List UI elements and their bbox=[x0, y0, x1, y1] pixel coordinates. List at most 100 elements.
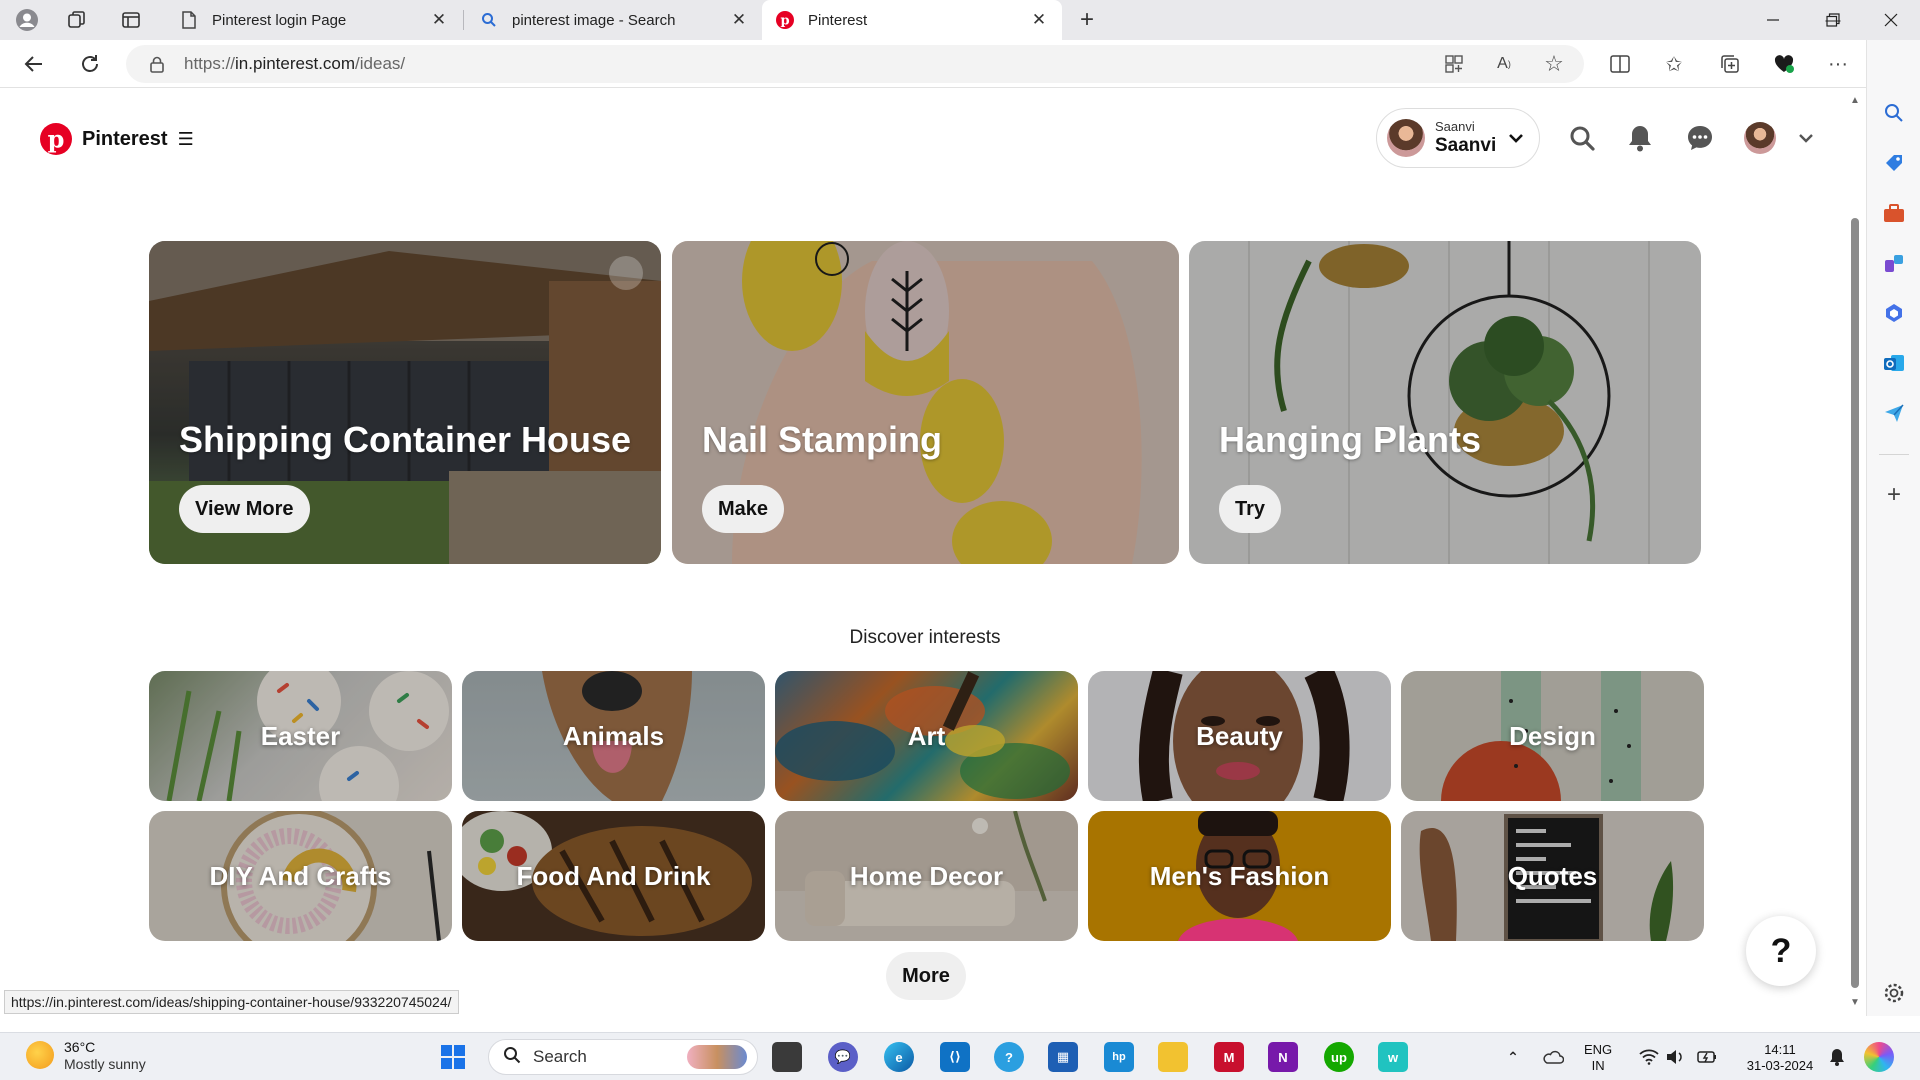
interest-tile-animals[interactable]: Animals bbox=[462, 671, 765, 801]
onenote-icon[interactable]: N bbox=[1268, 1042, 1298, 1072]
lock-icon[interactable] bbox=[148, 55, 166, 73]
app-available-icon[interactable] bbox=[1440, 50, 1468, 78]
sidebar-settings-icon[interactable] bbox=[1881, 980, 1907, 1006]
collections-icon[interactable] bbox=[1716, 50, 1744, 78]
account-options-chevron-icon[interactable] bbox=[1790, 122, 1822, 154]
close-tab-icon[interactable]: ✕ bbox=[1030, 10, 1048, 29]
interest-tile-diy-and-crafts[interactable]: DIY And Crafts bbox=[149, 811, 452, 941]
profile-avatar[interactable] bbox=[1744, 122, 1776, 154]
browser-essentials-icon[interactable] bbox=[1770, 50, 1798, 78]
back-icon[interactable] bbox=[20, 50, 48, 78]
tab-pinterest-login[interactable]: Pinterest login Page ✕ bbox=[166, 0, 462, 40]
microsoft-store-icon[interactable]: ▦ bbox=[1048, 1042, 1078, 1072]
visual-search-icon[interactable] bbox=[609, 256, 643, 290]
refresh-icon[interactable] bbox=[76, 50, 104, 78]
microsoft-365-icon[interactable] bbox=[1881, 300, 1907, 326]
clock[interactable]: 14:11 31-03-2024 bbox=[1740, 1042, 1820, 1075]
more-options-icon[interactable]: ··· bbox=[1824, 50, 1852, 78]
outlook-icon[interactable] bbox=[1881, 350, 1907, 376]
profile-icon[interactable] bbox=[14, 7, 40, 33]
notifications-bell-icon[interactable] bbox=[1624, 122, 1656, 154]
shopping-tag-icon[interactable] bbox=[1881, 150, 1907, 176]
volume-icon[interactable] bbox=[1660, 1042, 1690, 1072]
close-tab-icon[interactable]: ✕ bbox=[730, 10, 748, 29]
taskbar-search-box[interactable]: Search bbox=[488, 1039, 758, 1075]
edge-browser-icon[interactable]: e bbox=[884, 1042, 914, 1072]
interest-tile-quotes[interactable]: Quotes bbox=[1401, 811, 1704, 941]
hamburger-menu-icon[interactable]: ☰ bbox=[178, 129, 194, 150]
account-switcher[interactable]: Saanvi Saanvi bbox=[1376, 108, 1540, 168]
onedrive-cloud-icon[interactable] bbox=[1538, 1042, 1568, 1072]
clock-date: 31-03-2024 bbox=[1746, 1058, 1814, 1074]
notification-bell-icon[interactable] bbox=[1822, 1042, 1852, 1072]
file-explorer-icon[interactable] bbox=[1158, 1042, 1188, 1072]
weather-sun-icon bbox=[26, 1041, 54, 1070]
more-button[interactable]: More bbox=[886, 952, 966, 1000]
messages-icon[interactable] bbox=[1684, 122, 1716, 154]
interest-tile-food-and-drink[interactable]: Food And Drink bbox=[462, 811, 765, 941]
interest-tile-mens-fashion[interactable]: Men's Fashion bbox=[1088, 811, 1391, 941]
scroll-down-icon[interactable]: ▼ bbox=[1850, 998, 1860, 1008]
close-tab-icon[interactable]: ✕ bbox=[430, 10, 448, 29]
svg-text:p: p bbox=[780, 14, 789, 29]
language-indicator[interactable]: ENG IN bbox=[1584, 1042, 1612, 1075]
page-icon bbox=[180, 11, 198, 29]
taskbar-search-icon bbox=[503, 1046, 521, 1069]
mcafee-icon[interactable]: M bbox=[1214, 1042, 1244, 1072]
task-view-icon[interactable] bbox=[772, 1042, 802, 1072]
favorites-icon[interactable]: ✩ bbox=[1660, 50, 1688, 78]
show-hidden-icons-icon[interactable]: ⌃ bbox=[1498, 1042, 1528, 1072]
get-help-icon[interactable]: ? bbox=[994, 1042, 1024, 1072]
workspaces-icon[interactable] bbox=[64, 7, 90, 33]
clock-time: 14:11 bbox=[1764, 1042, 1796, 1057]
account-label: Saanvi bbox=[1435, 118, 1475, 134]
restore-window-icon[interactable] bbox=[1810, 0, 1856, 40]
page-scrollbar[interactable]: ▲ ▼ bbox=[1846, 90, 1864, 1016]
interest-tile-easter[interactable]: Easter bbox=[149, 671, 452, 801]
view-more-button[interactable]: View More bbox=[179, 485, 310, 533]
try-button[interactable]: Try bbox=[1219, 485, 1282, 533]
copilot-taskbar-icon[interactable] bbox=[1864, 1042, 1894, 1072]
scroll-thumb[interactable] bbox=[1851, 218, 1859, 988]
close-window-icon[interactable] bbox=[1868, 0, 1914, 40]
search-icon[interactable] bbox=[1566, 122, 1598, 154]
minimize-window-icon[interactable] bbox=[1750, 0, 1796, 40]
tab-actions-icon[interactable] bbox=[118, 7, 144, 33]
add-sidebar-app-icon[interactable]: + bbox=[1881, 481, 1907, 508]
wondershare-icon[interactable]: w bbox=[1378, 1042, 1408, 1072]
pinterest-logo[interactable]: p Pinterest ☰ bbox=[40, 123, 194, 155]
interest-label: Animals bbox=[562, 720, 665, 751]
myhp-icon[interactable]: hp bbox=[1104, 1042, 1134, 1072]
help-button[interactable]: ? bbox=[1746, 916, 1816, 986]
weather-widget[interactable]: 36°C Mostly sunny bbox=[26, 1039, 146, 1072]
address-bar[interactable]: https://in.pinterest.com/ideas/ bbox=[126, 45, 1584, 83]
interest-tile-art[interactable]: Art bbox=[775, 671, 1078, 801]
interest-tile-beauty[interactable]: Beauty bbox=[1088, 671, 1391, 801]
make-button[interactable]: Make bbox=[702, 485, 785, 533]
tab-pinterest-image-search[interactable]: pinterest image - Search ✕ bbox=[466, 0, 762, 40]
battery-charging-icon[interactable] bbox=[1692, 1042, 1722, 1072]
new-tab-icon[interactable]: + bbox=[1074, 6, 1100, 33]
windows-start-icon[interactable] bbox=[438, 1042, 468, 1072]
hero-title: Nail Stamping bbox=[702, 419, 943, 460]
interest-tile-design[interactable]: Design bbox=[1401, 671, 1704, 801]
scroll-up-icon[interactable]: ▲ bbox=[1850, 96, 1860, 106]
sidebar-search-icon[interactable] bbox=[1881, 100, 1907, 126]
url-scheme: https:// bbox=[184, 54, 236, 73]
interest-tile-home-decor[interactable]: Home Decor bbox=[775, 811, 1078, 941]
split-screen-icon[interactable] bbox=[1606, 50, 1634, 78]
hero-card-hanging-plants[interactable]: Hanging Plants Try bbox=[1189, 241, 1701, 564]
games-icon[interactable] bbox=[1881, 250, 1907, 276]
hero-card-nail-stamping[interactable]: Nail Stamping Make bbox=[672, 241, 1179, 564]
avatar bbox=[1744, 122, 1776, 154]
tab-pinterest[interactable]: p Pinterest ✕ bbox=[762, 0, 1062, 40]
tools-icon[interactable] bbox=[1881, 200, 1907, 226]
teams-chat-icon[interactable]: 💬 bbox=[828, 1042, 858, 1072]
vscode-icon[interactable]: ⟨⟩ bbox=[940, 1042, 970, 1072]
taskbar-search-label: Search bbox=[533, 1047, 587, 1066]
favorite-star-icon[interactable]: ☆ bbox=[1540, 50, 1568, 78]
hero-card-shipping-container[interactable]: Shipping Container House View More bbox=[149, 241, 661, 564]
drop-send-icon[interactable] bbox=[1881, 400, 1907, 426]
upwork-icon[interactable]: up bbox=[1324, 1042, 1354, 1072]
read-aloud-icon[interactable]: A) bbox=[1490, 50, 1518, 78]
